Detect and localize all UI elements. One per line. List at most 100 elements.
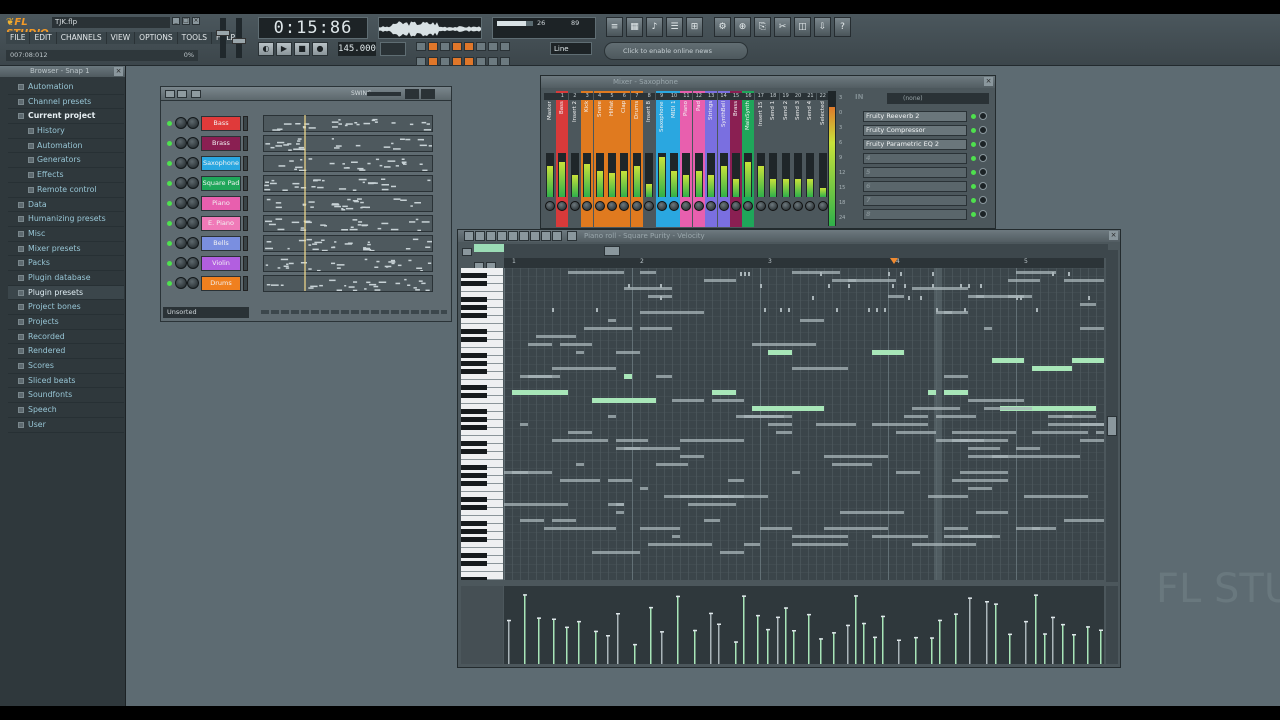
pattern-song-toggle-icon[interactable]: ◐ (258, 42, 274, 56)
effect-slot-name[interactable]: Fruity Reeverb 2 (863, 111, 967, 122)
mixer-track-pan-knob[interactable] (718, 201, 729, 211)
effect-mix-knob[interactable] (979, 154, 987, 162)
channel-mute-led[interactable] (167, 221, 172, 226)
effect-slot[interactable]: Fruity Parametric EQ 2 (863, 139, 987, 150)
record-button[interactable]: ● (312, 42, 328, 56)
channel-pan-knob[interactable] (175, 197, 187, 209)
tempo-display[interactable]: 145.000 (338, 42, 376, 56)
channel-name-button[interactable]: Piano (201, 196, 241, 211)
mixer-track[interactable]: 15 Brass (730, 91, 742, 227)
mixer-track-pan-knob[interactable] (569, 201, 580, 211)
mixer-track-pan-knob[interactable] (755, 201, 766, 211)
black-key[interactable] (461, 329, 487, 334)
channel-name-button[interactable]: Brass (201, 136, 241, 151)
play-button[interactable]: ▶ (276, 42, 292, 56)
channel-select-indicator[interactable] (243, 156, 248, 171)
channel-pattern-preview[interactable] (263, 275, 433, 292)
browser-item[interactable]: Sliced beats (8, 374, 124, 389)
channel-volume-knob[interactable] (187, 197, 199, 209)
browser-item[interactable]: Mixer presets (8, 242, 124, 257)
vertical-scroll-thumb[interactable] (1107, 416, 1117, 436)
channel-volume-knob[interactable] (187, 137, 199, 149)
channel-pan-knob[interactable] (175, 237, 187, 249)
browser-item[interactable]: Misc (8, 227, 124, 242)
channel-volume-knob[interactable] (187, 217, 199, 229)
close-icon[interactable]: × (192, 17, 200, 25)
channel-mute-led[interactable] (167, 121, 172, 126)
effect-mix-knob[interactable] (979, 112, 987, 120)
mixer-track-pan-knob[interactable] (557, 201, 568, 211)
channel-name-button[interactable]: Saxophone (201, 156, 241, 171)
snap-icon[interactable] (552, 231, 562, 241)
browser-item[interactable]: Current project (8, 109, 124, 125)
mixer-track[interactable]: 9 Saxophone (655, 91, 668, 227)
black-key[interactable] (461, 537, 487, 542)
snap-toggle[interactable] (428, 57, 438, 66)
channel-select-indicator[interactable] (243, 116, 248, 131)
channel-name-button[interactable]: E. Piano (201, 216, 241, 231)
channel-pan-knob[interactable] (175, 157, 187, 169)
channel-select-indicator[interactable] (243, 256, 248, 271)
mixer-track[interactable]: 12 Pad (692, 91, 705, 227)
browser-item[interactable]: Plugin presets (8, 285, 124, 301)
mixer-track[interactable]: 13 Strings (705, 91, 718, 227)
channel-pan-knob[interactable] (175, 277, 187, 289)
black-key[interactable] (461, 505, 487, 510)
channel-filter-select[interactable]: Unsorted (163, 307, 249, 318)
channel-name-button[interactable]: Violin (201, 256, 241, 271)
snap-toggle[interactable] (476, 42, 486, 51)
mixer-track[interactable]: 21 Send 4 (804, 91, 817, 227)
horizontal-scroll-thumb[interactable] (604, 246, 620, 256)
effect-slot[interactable]: Fruity Reeverb 2 (863, 111, 987, 122)
mixer-track[interactable]: 4 Snare (593, 91, 606, 227)
browser-item[interactable]: Project bones (8, 300, 124, 315)
browser-item[interactable]: Packs (8, 256, 124, 271)
online-news-bar[interactable]: Click to enable online news (604, 42, 748, 60)
black-key[interactable] (461, 497, 487, 502)
close-icon[interactable]: × (1109, 231, 1118, 240)
brush-icon[interactable] (475, 231, 485, 241)
black-key[interactable] (461, 553, 487, 558)
channel-select-indicator[interactable] (243, 176, 248, 191)
mixer-track-pan-knob[interactable] (780, 201, 791, 211)
mixer-track[interactable]: 10 MIDI 1 (668, 91, 680, 227)
channel-pattern-preview[interactable] (263, 235, 433, 252)
black-key[interactable] (461, 297, 487, 302)
close-icon[interactable]: × (114, 67, 123, 76)
channel-volume-knob[interactable] (187, 237, 199, 249)
vertical-scrollbar[interactable] (1106, 250, 1118, 582)
mixer-track[interactable]: 19 Send 2 (779, 91, 792, 227)
master-pitch-slider[interactable] (232, 18, 246, 58)
mixer-track-pan-knob[interactable] (644, 201, 655, 211)
snap-toggle[interactable] (464, 42, 474, 51)
channel-pattern-preview[interactable] (263, 175, 433, 192)
mixer-track-pan-knob[interactable] (793, 201, 803, 211)
step-sequencer-icon[interactable]: ▦ (626, 17, 643, 37)
effect-mix-knob[interactable] (979, 182, 987, 190)
effect-mix-knob[interactable] (979, 168, 987, 176)
zoom-bar[interactable] (474, 244, 504, 252)
effect-slot-name[interactable]: 5 (863, 167, 967, 178)
mixer-track-pan-knob[interactable] (681, 201, 692, 211)
effect-mix-knob[interactable] (979, 196, 987, 204)
mixer-track[interactable]: 6 Clap (618, 91, 631, 227)
browser-item[interactable]: User (8, 418, 124, 433)
black-key[interactable] (461, 521, 487, 526)
pencil-icon[interactable] (464, 231, 474, 241)
plugin-picker-icon[interactable]: ⊕ (734, 17, 751, 37)
browser-item[interactable]: Speech (8, 403, 124, 418)
black-key[interactable] (461, 337, 487, 342)
channel-mute-led[interactable] (167, 161, 172, 166)
black-key[interactable] (461, 369, 487, 374)
channel-pattern-preview[interactable] (263, 135, 433, 152)
snap-toggle[interactable] (476, 57, 486, 66)
snap-toggle[interactable] (488, 42, 498, 51)
piano-roll-icon[interactable]: ♪ (646, 17, 663, 37)
black-key[interactable] (461, 313, 487, 318)
maximize-icon[interactable]: □ (182, 17, 190, 25)
playback-icon[interactable] (541, 231, 551, 241)
mixer-track-pan-knob[interactable] (594, 201, 605, 211)
mixer-track-pan-knob[interactable] (545, 201, 555, 211)
grid-icon[interactable] (567, 231, 577, 241)
effect-enable-led[interactable] (971, 184, 976, 189)
